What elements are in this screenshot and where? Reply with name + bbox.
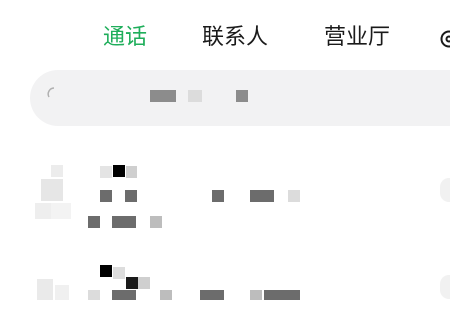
list-item[interactable]	[0, 255, 450, 300]
search-icon	[46, 86, 62, 102]
search-placeholder-block	[236, 90, 248, 102]
contact-name-block	[113, 267, 125, 279]
call-detail-button[interactable]	[440, 275, 450, 299]
top-tab-bar: 通话 联系人 营业厅	[0, 18, 450, 58]
contact-info-block	[112, 290, 136, 300]
contact-name-block	[126, 277, 138, 289]
contact-name-block	[100, 265, 112, 277]
contact-info-block	[100, 190, 112, 202]
contact-detail-block	[150, 216, 162, 228]
tab-contacts[interactable]: 联系人	[202, 18, 268, 58]
contact-info-block	[212, 190, 224, 202]
contact-name-block	[126, 166, 137, 178]
contact-info-block	[288, 190, 300, 202]
contact-name-block	[138, 277, 150, 289]
contact-detail-block	[88, 216, 100, 228]
avatar	[35, 165, 75, 235]
contact-detail-block	[112, 216, 136, 228]
contact-info-block	[160, 290, 172, 300]
call-detail-button[interactable]	[440, 178, 450, 202]
search-placeholder-block	[188, 90, 202, 102]
contact-info-block	[88, 290, 100, 300]
contact-info-block	[264, 290, 300, 300]
avatar	[35, 275, 75, 320]
settings-icon[interactable]	[438, 28, 450, 50]
tab-business-hall[interactable]: 营业厅	[324, 18, 390, 58]
contact-info-block	[200, 290, 224, 300]
contact-name-block	[113, 165, 125, 177]
contact-info-block	[250, 290, 262, 300]
list-item[interactable]	[0, 150, 450, 250]
contact-info-block	[125, 190, 137, 202]
contact-info-block	[250, 190, 274, 202]
contact-name-block	[100, 166, 112, 178]
tab-calls[interactable]: 通话	[103, 18, 147, 58]
search-placeholder-block	[150, 90, 176, 102]
search-bar[interactable]	[30, 70, 450, 126]
